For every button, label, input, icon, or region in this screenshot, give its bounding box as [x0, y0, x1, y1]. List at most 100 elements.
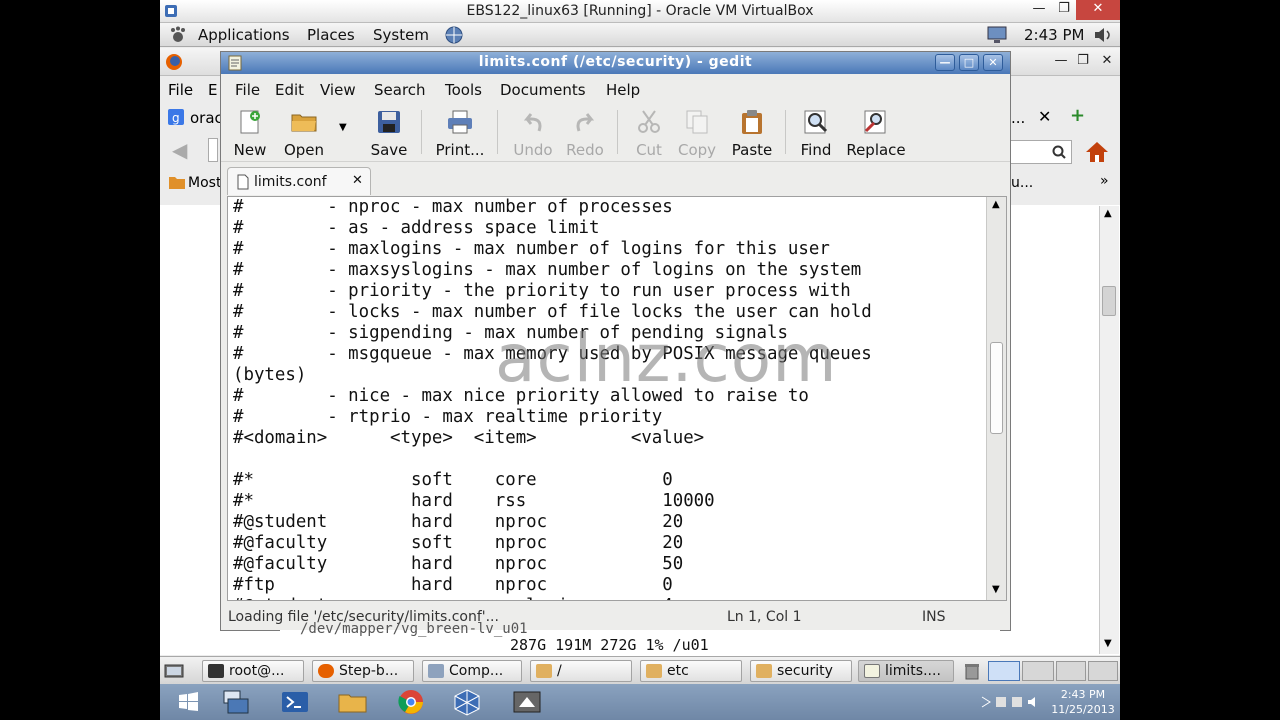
- menu-tools[interactable]: Tools: [445, 81, 482, 99]
- copy-button[interactable]: Copy: [675, 105, 719, 159]
- panel-clock[interactable]: 2:43 PM: [1024, 26, 1084, 44]
- code-line[interactable]: #* soft core 0: [233, 470, 872, 491]
- close-button[interactable]: ✕: [1076, 0, 1120, 20]
- editor-scroll-thumb[interactable]: [990, 342, 1003, 434]
- ff-search-box[interactable]: [1006, 140, 1072, 164]
- task-computer[interactable]: Comp...: [422, 660, 522, 682]
- gedit-icon: [864, 664, 880, 678]
- code-line[interactable]: #<domain> <type> <item> <value>: [233, 428, 872, 449]
- firefox-scroll-thumb[interactable]: [1102, 286, 1116, 316]
- editor-scrollbar[interactable]: ▲ ▼: [986, 197, 1006, 600]
- tab-close-icon[interactable]: ✕: [352, 173, 363, 188]
- bookmarks-overflow-icon[interactable]: »: [1100, 173, 1109, 189]
- ff-urlbar-edge[interactable]: [208, 138, 218, 162]
- code-line[interactable]: # - as - address space limit: [233, 218, 872, 239]
- system-tray-icons[interactable]: [980, 694, 1040, 710]
- save-button[interactable]: Save: [367, 105, 411, 159]
- workspace-2[interactable]: [1022, 661, 1054, 681]
- find-button[interactable]: Find: [795, 105, 837, 159]
- print-button[interactable]: Print...: [433, 105, 487, 159]
- code-line[interactable]: #@faculty soft nproc 20: [233, 533, 872, 554]
- firefox-scrollbar[interactable]: ▲ ▼: [1099, 206, 1119, 654]
- system-menu[interactable]: System: [373, 26, 429, 44]
- home-icon[interactable]: [1084, 140, 1110, 164]
- undo-button[interactable]: Undo: [509, 105, 557, 159]
- server-manager-icon[interactable]: [214, 687, 260, 717]
- paste-button[interactable]: Paste: [727, 105, 777, 159]
- ff-tab-label[interactable]: orac: [190, 109, 223, 127]
- search-icon[interactable]: [1051, 144, 1067, 160]
- network-globe-icon[interactable]: [443, 25, 465, 45]
- tab-limits-conf[interactable]: limits.conf ✕: [227, 167, 371, 195]
- code-line[interactable]: #@student hard nproc 20: [233, 512, 872, 533]
- back-arrow-icon[interactable]: ◀: [172, 138, 187, 162]
- task-terminal[interactable]: root@...: [202, 660, 304, 682]
- minimize-button[interactable]: —: [1026, 0, 1052, 20]
- most-visited-bookmark[interactable]: Most: [188, 175, 221, 191]
- menu-view[interactable]: View: [320, 81, 356, 99]
- file-explorer-icon[interactable]: [330, 687, 376, 717]
- redo-button[interactable]: Redo: [563, 105, 607, 159]
- powershell-icon[interactable]: [272, 687, 318, 717]
- open-dropdown-icon[interactable]: ▼: [339, 122, 347, 133]
- virtualbox-taskbar-icon[interactable]: [444, 687, 490, 717]
- applications-menu[interactable]: Applications: [198, 26, 290, 44]
- places-menu[interactable]: Places: [307, 26, 355, 44]
- gnome-top-panel: Applications Places System 2:43 PM: [160, 23, 1120, 47]
- volume-icon[interactable]: [1093, 26, 1115, 44]
- task-firefox[interactable]: Step-b...: [312, 660, 414, 682]
- new-button[interactable]: New: [229, 105, 271, 159]
- cut-button[interactable]: Cut: [629, 105, 669, 159]
- code-line[interactable]: #@faculty hard nproc 50: [233, 554, 872, 575]
- undo-arrow-icon: [523, 113, 542, 132]
- task-root-folder[interactable]: /: [530, 660, 632, 682]
- code-line[interactable]: # - maxlogins - max number of logins for…: [233, 239, 872, 260]
- ff-maximize-button[interactable]: ❐: [1070, 52, 1096, 72]
- trash-icon[interactable]: [962, 661, 982, 681]
- workspace-4[interactable]: [1088, 661, 1118, 681]
- chrome-icon[interactable]: [388, 687, 434, 717]
- scroll-up-icon[interactable]: ▲: [1104, 208, 1112, 219]
- ff-tab-close-icon[interactable]: ✕: [1038, 107, 1051, 126]
- task-gedit-limits[interactable]: limits....: [858, 660, 954, 682]
- code-line[interactable]: # - rtprio - max realtime priority: [233, 407, 872, 428]
- ff-tab-right-label[interactable]: ...: [1011, 109, 1025, 127]
- code-line[interactable]: #ftp hard nproc 0: [233, 575, 872, 596]
- workspace-1[interactable]: [988, 661, 1020, 681]
- scroll-down-icon[interactable]: ▼: [1104, 638, 1112, 649]
- code-line[interactable]: #* hard rss 10000: [233, 491, 872, 512]
- maximize-button[interactable]: ❐: [1051, 0, 1077, 20]
- new-tab-plus-icon[interactable]: +: [1070, 105, 1085, 126]
- ff-menu-edit[interactable]: E: [208, 81, 217, 99]
- code-line[interactable]: [233, 449, 872, 470]
- open-button[interactable]: Open: [279, 105, 329, 159]
- ff-close-button[interactable]: ✕: [1094, 52, 1120, 72]
- scroll-up-icon[interactable]: ▲: [992, 199, 1000, 210]
- menu-file[interactable]: File: [235, 81, 260, 99]
- code-line[interactable]: # - maxsyslogins - max number of logins …: [233, 260, 872, 281]
- windows-clock[interactable]: 2:43 PM 11/25/2013: [1046, 687, 1120, 717]
- task-security-folder[interactable]: security: [750, 660, 852, 682]
- show-desktop-icon[interactable]: [164, 661, 184, 681]
- menu-search[interactable]: Search: [374, 81, 426, 99]
- ff-menu-file[interactable]: File: [168, 81, 193, 99]
- replace-button[interactable]: Replace: [843, 105, 909, 159]
- bookmark-right-label[interactable]: u...: [1011, 175, 1033, 191]
- task-etc-folder[interactable]: etc: [640, 660, 742, 682]
- menu-help[interactable]: Help: [606, 81, 640, 99]
- vm-window-icon[interactable]: [504, 687, 550, 717]
- gedit-close-button[interactable]: ✕: [983, 54, 1003, 71]
- code-line[interactable]: # - priority - the priority to run user …: [233, 281, 872, 302]
- menu-edit[interactable]: Edit: [275, 81, 304, 99]
- workspace-3[interactable]: [1056, 661, 1086, 681]
- gedit-minimize-button[interactable]: —: [935, 54, 955, 71]
- code-line[interactable]: #@student - maxlogins 4: [233, 596, 872, 600]
- scroll-down-icon[interactable]: ▼: [992, 584, 1000, 595]
- display-icon[interactable]: [986, 25, 1010, 45]
- gedit-maximize-button[interactable]: □: [959, 54, 979, 71]
- menu-documents[interactable]: Documents: [500, 81, 586, 99]
- code-lines[interactable]: # - nproc - max number of processes # - a…: [233, 197, 872, 600]
- windows-start-icon[interactable]: [166, 687, 212, 717]
- code-line[interactable]: # - nproc - max number of processes: [233, 197, 872, 218]
- text-editor-area[interactable]: # - nproc - max number of processes # - a…: [227, 196, 1007, 601]
